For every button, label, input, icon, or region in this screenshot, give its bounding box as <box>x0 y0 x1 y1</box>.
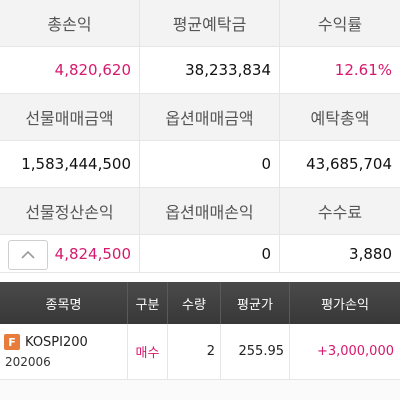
position-qty: 2 <box>168 324 221 379</box>
col-qty-header: 수량 <box>168 282 221 324</box>
total-deposit-value: 43,685,704 <box>306 155 392 173</box>
position-side: 매수 <box>128 324 168 379</box>
summary-panel: 총손익 평균예탁금 수익률 4,820,620 38,233,834 12.61… <box>0 0 400 273</box>
avg-deposit-value: 38,233,834 <box>140 47 280 93</box>
position-avg-price: 255.95 <box>221 324 290 379</box>
total-deposit-label: 예탁총액 <box>310 109 370 128</box>
col-eval-pl-header: 평가손익 <box>321 297 369 313</box>
position-name-cell: F KOSPI200 202006 <box>0 324 128 379</box>
total-pl-label: 총손익 <box>0 0 140 46</box>
empty-list-area <box>0 380 400 400</box>
options-trade-pl-value: 0 <box>140 235 280 272</box>
scroll-up-button[interactable] <box>8 240 48 270</box>
position-eval-pl: +3,000,000 <box>316 344 394 359</box>
commission-value: 3,880 <box>349 244 392 263</box>
position-code: 202006 <box>5 355 51 369</box>
col-avg-price-header: 평균가 <box>221 282 290 324</box>
positions-table-header: 종목명 구분 수량 평균가 평가손익 <box>0 282 400 324</box>
return-rate-value: 12.61% <box>334 61 392 79</box>
position-name-line: F KOSPI200 <box>4 334 88 350</box>
commission-label: 수수료 <box>317 203 363 222</box>
futures-trade-amount-label: 선물매매금액 <box>0 94 140 140</box>
summary-value-row-3: 4,824,500 0 3,880 <box>0 235 400 273</box>
col-side-header: 구분 <box>128 282 168 324</box>
return-rate-label: 수익률 <box>317 15 363 34</box>
position-name: KOSPI200 <box>25 334 88 350</box>
summary-value-row-2: 1,583,444,500 0 43,685,704 <box>0 141 400 188</box>
options-trade-amount-label: 옵션매매금액 <box>140 94 280 140</box>
chevron-up-icon <box>21 250 35 259</box>
futures-badge-icon: F <box>4 334 20 350</box>
options-trade-pl-label: 옵션매매손익 <box>140 188 280 234</box>
avg-deposit-label: 평균예탁금 <box>140 0 280 46</box>
summary-header-row-1: 총손익 평균예탁금 수익률 <box>0 0 400 47</box>
table-row[interactable]: F KOSPI200 202006 매수 2 255.95 +3,000,000 <box>0 324 400 380</box>
futures-trade-amount-value: 1,583,444,500 <box>0 141 140 187</box>
futures-settlement-pl-label: 선물정산손익 <box>0 188 140 234</box>
col-name-header: 종목명 <box>0 282 128 324</box>
summary-header-row-2: 선물매매금액 옵션매매금액 예탁총액 <box>0 94 400 141</box>
summary-value-row-1: 4,820,620 38,233,834 12.61% <box>0 47 400 94</box>
options-trade-amount-value: 0 <box>140 141 280 187</box>
summary-header-row-3: 선물정산손익 옵션매매손익 수수료 <box>0 188 400 235</box>
total-pl-value: 4,820,620 <box>0 47 140 93</box>
